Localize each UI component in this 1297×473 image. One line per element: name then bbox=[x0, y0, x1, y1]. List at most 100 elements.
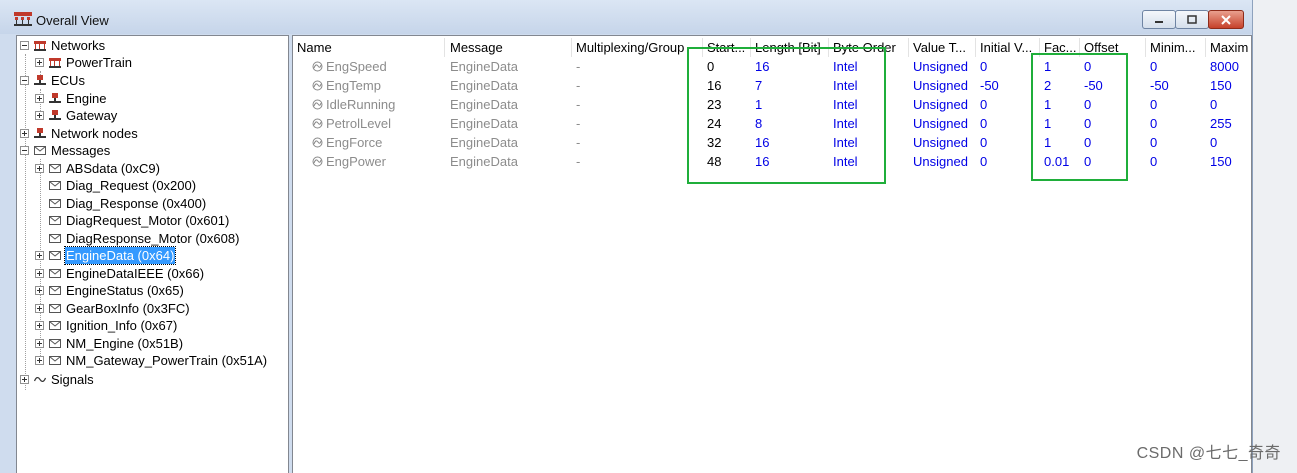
expand-icon[interactable] bbox=[35, 164, 44, 173]
collapse-icon[interactable] bbox=[20, 41, 29, 50]
expand-icon[interactable] bbox=[35, 356, 44, 365]
tree-label: Network nodes bbox=[51, 126, 138, 141]
signal-icon bbox=[312, 137, 323, 148]
expand-icon[interactable] bbox=[35, 251, 44, 260]
expand-icon[interactable] bbox=[35, 58, 44, 67]
tree-node-gateway[interactable]: Gateway bbox=[35, 107, 118, 124]
tree-label: Signals bbox=[51, 372, 94, 387]
ecu-icon bbox=[48, 110, 61, 120]
collapse-icon[interactable] bbox=[20, 76, 29, 85]
tree-node-message[interactable]: Ignition_Info (0x67) bbox=[35, 317, 178, 334]
expand-icon[interactable] bbox=[35, 111, 44, 120]
signal-icon bbox=[33, 377, 46, 382]
expand-icon[interactable] bbox=[35, 304, 44, 313]
cell-multiplexing: - bbox=[576, 78, 581, 93]
cell-minimum: 0 bbox=[1150, 135, 1158, 150]
tree-node-powertrain[interactable]: PowerTrain bbox=[35, 54, 133, 71]
overview-tree[interactable]: Networks PowerTrain ECUs Engine Gateway … bbox=[16, 35, 289, 473]
minimize-button[interactable] bbox=[1142, 10, 1176, 29]
envelope-icon bbox=[48, 199, 61, 208]
tree-node-enginedata-selected[interactable]: EngineData (0x64) bbox=[35, 246, 177, 265]
ecu-icon bbox=[33, 75, 46, 85]
close-button[interactable] bbox=[1208, 10, 1244, 29]
cell-value-type: Unsigned bbox=[913, 78, 968, 93]
tree-node-networks[interactable]: Networks bbox=[20, 37, 106, 54]
envelope-icon bbox=[48, 339, 61, 348]
tree-label: EngineData (0x64) bbox=[63, 246, 177, 265]
tree-node-signals[interactable]: Signals bbox=[20, 371, 95, 388]
cell-minimum: 0 bbox=[1150, 116, 1158, 131]
expand-icon[interactable] bbox=[35, 94, 44, 103]
tree-label: EngineStatus (0x65) bbox=[66, 283, 184, 298]
signal-icon bbox=[312, 61, 323, 72]
tree-node-message[interactable]: DiagRequest_Motor (0x601) bbox=[35, 212, 230, 229]
tree-label: ECUs bbox=[51, 73, 85, 88]
expand-icon[interactable] bbox=[20, 375, 29, 384]
cell-maximum: 255 bbox=[1210, 116, 1232, 131]
column-header-message[interactable]: Message bbox=[446, 38, 572, 57]
tree-node-ecus[interactable]: ECUs bbox=[20, 72, 86, 89]
tree-node-message[interactable]: DiagResponse_Motor (0x608) bbox=[35, 230, 240, 247]
column-header-value-type[interactable]: Value T... bbox=[909, 38, 976, 57]
tree-node-message[interactable]: Diag_Request (0x200) bbox=[35, 177, 197, 194]
cell-multiplexing: - bbox=[576, 154, 581, 169]
expand-icon[interactable] bbox=[35, 269, 44, 278]
cell-multiplexing: - bbox=[576, 135, 581, 150]
tree-node-message[interactable]: EngineDataIEEE (0x66) bbox=[35, 265, 205, 282]
tree-node-message[interactable]: NM_Engine (0x51B) bbox=[35, 335, 184, 352]
cell-value-type: Unsigned bbox=[913, 135, 968, 150]
tree-label: Ignition_Info (0x67) bbox=[66, 318, 178, 333]
tree-label: Gateway bbox=[66, 108, 118, 123]
signal-icon bbox=[312, 118, 323, 129]
tree-node-network-nodes[interactable]: Network nodes bbox=[20, 125, 139, 142]
expand-icon[interactable] bbox=[35, 321, 44, 330]
expand-icon[interactable] bbox=[20, 129, 29, 138]
cell-minimum: 0 bbox=[1150, 97, 1158, 112]
collapse-icon[interactable] bbox=[20, 146, 29, 155]
cell-name: EngTemp bbox=[308, 76, 446, 95]
tree-node-message[interactable]: EngineStatus (0x65) bbox=[35, 282, 185, 299]
cell-message: EngineData bbox=[450, 59, 518, 74]
column-header-multiplexing[interactable]: Multiplexing/Group bbox=[572, 38, 703, 57]
cell-multiplexing: - bbox=[576, 97, 581, 112]
tree-label: NM_Gateway_PowerTrain (0x51A) bbox=[66, 353, 268, 368]
signals-grid[interactable]: Name Message Multiplexing/Group Start...… bbox=[292, 35, 1252, 473]
column-header-minimum[interactable]: Minim... bbox=[1146, 38, 1206, 57]
tree-label: EngineDataIEEE (0x66) bbox=[66, 266, 205, 281]
envelope-icon bbox=[33, 146, 46, 155]
cell-name: EngPower bbox=[308, 152, 446, 171]
cell-value-type: Unsigned bbox=[913, 59, 968, 74]
ecu-icon bbox=[33, 128, 46, 138]
tree-label: DiagRequest_Motor (0x601) bbox=[66, 213, 230, 228]
cell-name: EngForce bbox=[308, 133, 446, 152]
cell-message: EngineData bbox=[450, 97, 518, 112]
maximize-icon bbox=[1187, 14, 1197, 24]
column-header-maximum[interactable]: Maxim bbox=[1206, 38, 1251, 57]
tree-node-messages[interactable]: Messages bbox=[20, 142, 111, 159]
network-icon bbox=[33, 40, 46, 51]
cell-minimum: 0 bbox=[1150, 154, 1158, 169]
tree-label: Diag_Response (0x400) bbox=[66, 196, 207, 211]
column-header-name[interactable]: Name bbox=[293, 38, 445, 57]
envelope-icon bbox=[48, 304, 61, 313]
cell-name: EngSpeed bbox=[308, 57, 446, 76]
cell-message: EngineData bbox=[450, 135, 518, 150]
tree-node-message[interactable]: NM_Gateway_PowerTrain (0x51A) bbox=[35, 352, 268, 369]
envelope-icon bbox=[48, 321, 61, 330]
cell-name: IdleRunning bbox=[308, 95, 446, 114]
cell-value-type: Unsigned bbox=[913, 116, 968, 131]
expand-icon[interactable] bbox=[35, 286, 44, 295]
tree-node-engine[interactable]: Engine bbox=[35, 90, 107, 107]
tree-node-message[interactable]: Diag_Response (0x400) bbox=[35, 195, 207, 212]
expand-icon[interactable] bbox=[35, 339, 44, 348]
tree-label: PowerTrain bbox=[66, 55, 132, 70]
maximize-button[interactable] bbox=[1175, 10, 1209, 29]
tree-node-message[interactable]: GearBoxInfo (0x3FC) bbox=[35, 300, 191, 317]
envelope-icon bbox=[48, 286, 61, 295]
tree-label: GearBoxInfo (0x3FC) bbox=[66, 301, 190, 316]
tree-label: Engine bbox=[66, 91, 107, 106]
close-icon bbox=[1221, 14, 1231, 25]
tree-node-message[interactable]: ABSdata (0xC9) bbox=[35, 160, 161, 177]
title-bar[interactable]: Overall View bbox=[0, 0, 1252, 34]
signal-icon bbox=[312, 80, 323, 91]
